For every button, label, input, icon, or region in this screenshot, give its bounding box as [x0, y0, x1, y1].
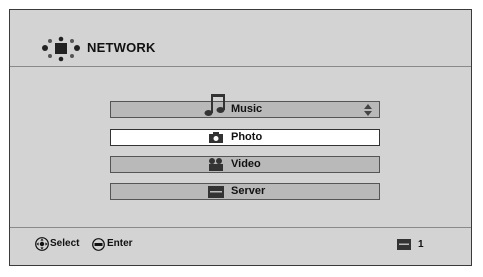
enter-hint: Enter — [107, 238, 133, 249]
server-icon — [208, 186, 224, 198]
menu-item-label: Server — [231, 185, 266, 197]
header: NETWORK — [10, 10, 471, 67]
menu-item-label: Video — [231, 158, 261, 170]
dpad-icon — [35, 237, 49, 251]
menu-item-label: Music — [231, 103, 263, 115]
select-hint: Select — [50, 238, 80, 249]
server-count: 1 — [418, 239, 424, 250]
enter-button-icon — [92, 238, 105, 251]
music-note-icon — [204, 94, 225, 116]
video-icon — [209, 158, 223, 171]
network-screen: NETWORK Music Photo Video Server Select … — [9, 9, 472, 266]
page-title: NETWORK — [87, 40, 156, 55]
menu-item-photo[interactable]: Photo — [110, 129, 380, 146]
menu-item-label: Photo — [231, 131, 263, 143]
camera-icon — [209, 132, 223, 143]
server-icon — [397, 239, 411, 250]
up-down-arrows-icon[interactable] — [363, 104, 373, 116]
menu-item-server[interactable]: Server — [110, 183, 380, 200]
network-icon — [42, 36, 80, 62]
menu-item-music[interactable]: Music — [110, 94, 380, 118]
menu-item-video[interactable]: Video — [110, 156, 380, 173]
footer: Select Enter 1 — [10, 227, 471, 265]
